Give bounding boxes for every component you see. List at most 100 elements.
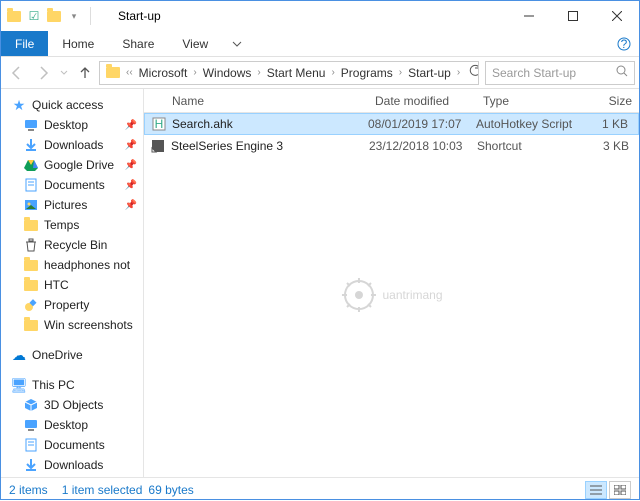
maximize-button[interactable]: [551, 1, 595, 31]
chevron-down-icon: [232, 39, 242, 49]
breadcrumb-item[interactable]: Programs: [337, 62, 397, 84]
chevron-right-icon[interactable]: ‹‹: [124, 67, 135, 78]
watermark-icon: [340, 277, 376, 313]
breadcrumb[interactable]: ‹‹ Microsoft › Windows › Start Menu › Pr…: [99, 61, 479, 85]
breadcrumb-root-icon[interactable]: [102, 62, 124, 84]
ribbon-expand-button[interactable]: [222, 31, 252, 56]
column-type[interactable]: Type: [477, 94, 589, 108]
sidebar-item[interactable]: Recycle Bin: [1, 235, 143, 255]
view-icons-button[interactable]: [609, 481, 631, 499]
sidebar-item[interactable]: Documents 📌: [1, 175, 143, 195]
sidebar-item[interactable]: headphones not: [1, 255, 143, 275]
sidebar-onedrive[interactable]: ☁OneDrive: [1, 345, 143, 365]
file-tab[interactable]: File: [1, 31, 48, 56]
tab-home[interactable]: Home: [48, 31, 108, 56]
breadcrumb-item[interactable]: Microsoft: [135, 62, 192, 84]
chevron-right-icon[interactable]: ›: [455, 67, 462, 78]
ribbon: File Home Share View ?: [1, 31, 639, 57]
folder-icon: [23, 317, 39, 333]
sidebar-item-label: headphones not: [44, 258, 130, 272]
arrow-right-icon: [35, 65, 51, 81]
minimize-button[interactable]: [507, 1, 551, 31]
status-items: 2 items: [9, 483, 48, 497]
sidebar-item[interactable]: Pictures 📌: [1, 195, 143, 215]
sidebar-item[interactable]: Win screenshots: [1, 315, 143, 335]
file-row[interactable]: SteelSeries Engine 323/12/2018 10:03Shor…: [144, 135, 639, 157]
sidebar-item-label: Documents: [44, 178, 105, 192]
tiles-icon: [614, 485, 626, 495]
pin-icon: 📌: [125, 120, 137, 131]
file-date: 08/01/2019 17:07: [368, 117, 476, 131]
view-details-button[interactable]: [585, 481, 607, 499]
file-name: Search.ahk: [172, 117, 233, 131]
qat-properties-icon[interactable]: ☑: [26, 8, 42, 24]
window-controls: [507, 1, 639, 31]
folder-icon: [23, 277, 39, 293]
file-icon: [150, 138, 166, 154]
sidebar-quick-access[interactable]: ★Quick access: [1, 95, 143, 115]
3d-icon: [23, 397, 39, 413]
qat-dropdown-icon[interactable]: ▾: [66, 8, 82, 24]
sidebar-item[interactable]: HTC: [1, 275, 143, 295]
sidebar-item[interactable]: 3D Objects: [1, 395, 143, 415]
statusbar: 2 items 1 item selected 69 bytes: [1, 477, 639, 501]
breadcrumb-item[interactable]: Start Menu: [263, 62, 330, 84]
body: ★Quick accessDesktop📌Downloads📌Google Dr…: [1, 89, 639, 477]
back-button[interactable]: [5, 61, 29, 85]
star-icon: ★: [11, 97, 27, 113]
close-button[interactable]: [595, 1, 639, 31]
forward-button[interactable]: [31, 61, 55, 85]
sidebar-item[interactable]: Temps: [1, 215, 143, 235]
sidebar-item[interactable]: Downloads📌: [1, 135, 143, 155]
refresh-button[interactable]: [462, 64, 479, 81]
help-icon: ?: [617, 37, 631, 51]
separator: [90, 7, 91, 25]
documents-icon: [23, 177, 39, 193]
sidebar-item[interactable]: Desktop📌: [1, 115, 143, 135]
maximize-icon: [568, 11, 578, 21]
column-date[interactable]: Date modified: [369, 94, 477, 108]
pin-icon: 📌: [125, 180, 137, 191]
chevron-right-icon[interactable]: ›: [329, 67, 336, 78]
sidebar-item[interactable]: Downloads: [1, 455, 143, 475]
onedrive-icon: ☁: [11, 347, 27, 363]
status-selected: 1 item selected: [62, 483, 143, 497]
sidebar-item[interactable]: Google Drive📌: [1, 155, 143, 175]
sidebar-item-label: Google Drive: [44, 158, 114, 172]
search-input[interactable]: Search Start-up: [485, 61, 635, 85]
qat-newfolder-icon[interactable]: [46, 8, 62, 24]
search-icon[interactable]: [616, 65, 628, 80]
tab-view[interactable]: View: [168, 31, 222, 56]
arrow-left-icon: [9, 65, 25, 81]
file-list[interactable]: HSearch.ahk08/01/2019 17:07AutoHotkey Sc…: [144, 113, 639, 477]
refresh-icon: [468, 64, 479, 78]
chevron-right-icon[interactable]: ›: [397, 67, 404, 78]
sidebar-item[interactable]: Property: [1, 295, 143, 315]
sidebar-item[interactable]: Music: [1, 475, 143, 477]
file-type: Shortcut: [477, 139, 589, 153]
desktop-icon: [23, 117, 39, 133]
file-row[interactable]: HSearch.ahk08/01/2019 17:07AutoHotkey Sc…: [144, 113, 639, 135]
breadcrumb-item[interactable]: Start-up: [404, 62, 455, 84]
breadcrumb-item[interactable]: Windows: [199, 62, 256, 84]
column-name[interactable]: Name: [144, 94, 369, 108]
pin-icon: 📌: [125, 200, 137, 211]
tab-share[interactable]: Share: [108, 31, 168, 56]
sidebar-thispc[interactable]: 🖥This PC: [1, 375, 143, 395]
downloads-icon: [23, 457, 39, 473]
desktop-icon: [23, 417, 39, 433]
up-button[interactable]: [73, 61, 97, 85]
sidebar-item-label: Pictures: [44, 198, 87, 212]
file-size: 1 KB: [588, 117, 638, 131]
recent-dropdown[interactable]: [57, 61, 71, 85]
sidebar-item[interactable]: Desktop: [1, 415, 143, 435]
property-icon: [23, 297, 39, 313]
chevron-right-icon[interactable]: ›: [191, 67, 198, 78]
chevron-right-icon[interactable]: ›: [255, 67, 262, 78]
pin-icon: 📌: [125, 140, 137, 151]
column-size[interactable]: Size: [589, 94, 639, 108]
help-button[interactable]: ?: [609, 31, 639, 56]
sidebar-item[interactable]: Documents: [1, 435, 143, 455]
sidebar[interactable]: ★Quick accessDesktop📌Downloads📌Google Dr…: [1, 89, 144, 477]
quick-access-toolbar: ☑ ▾: [1, 7, 100, 25]
